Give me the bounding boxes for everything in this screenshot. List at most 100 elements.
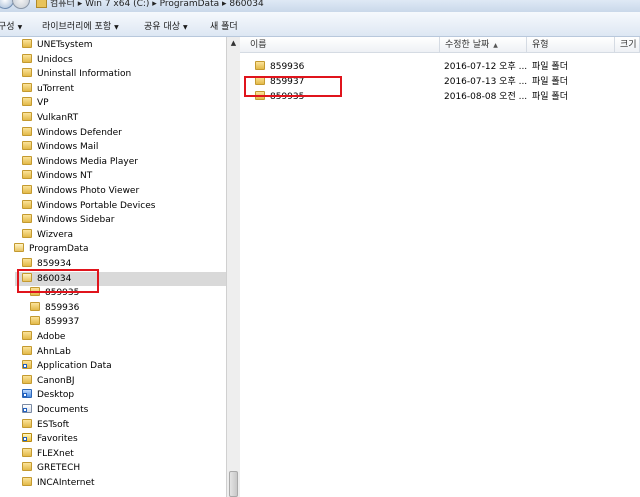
include-library-label: 라이브러리에 포함	[42, 22, 112, 32]
column-header-type[interactable]: 유형	[527, 37, 615, 53]
highlight-box-file	[244, 76, 342, 97]
share-with-menu[interactable]: 공유 대상 ▼	[144, 19, 188, 32]
folder-icon	[30, 301, 40, 311]
navigation-tree[interactable]: UNETsystem Unidocs Uninstall Information uT…	[0, 37, 226, 497]
tree-item-label: 859937	[45, 317, 80, 328]
tree-item-label: Adobe	[37, 332, 66, 342]
favorites-shortcut-icon	[22, 433, 32, 443]
tree-item-wizvera[interactable]: Wizvera	[22, 228, 73, 242]
file-row[interactable]: 859936 2016-07-12 오후 ... 파일 폴더	[240, 60, 640, 74]
forward-button[interactable]	[12, 0, 30, 9]
command-bar: 구성 ▼ 라이브러리에 포함 ▼ 공유 대상 ▼ 새 폴더	[0, 12, 640, 37]
tree-item-label: AhnLab	[37, 346, 71, 357]
tree-item-windows-sidebar[interactable]: Windows Sidebar	[22, 213, 114, 227]
tree-item-label: Uninstall Information	[37, 69, 132, 80]
tree-item-windows-nt[interactable]: Windows NT	[22, 169, 92, 183]
tree-item-ahnlab[interactable]: AhnLab	[22, 345, 71, 359]
dropdown-caret-icon: ▼	[182, 24, 188, 31]
organize-label: 구성	[0, 22, 15, 32]
organize-menu[interactable]: 구성 ▼	[0, 19, 22, 32]
tree-item-adobe[interactable]: Adobe	[22, 330, 65, 344]
tree-scrollbar[interactable]: ▲	[226, 37, 240, 497]
folder-icon	[36, 0, 47, 8]
folder-icon	[22, 374, 32, 384]
folder-icon	[22, 170, 32, 180]
tree-item-vulkanrt[interactable]: VulkanRT	[22, 111, 78, 125]
breadcrumb-path[interactable]: 컴퓨터 ▸ Win 7 x64 (C:) ▸ ProgramData ▸ 860…	[50, 0, 264, 9]
tree-item-vp[interactable]: VP	[22, 96, 49, 110]
tree-item-desktop[interactable]: Desktop	[22, 388, 74, 402]
tree-item-label: Windows Sidebar	[37, 215, 115, 226]
desktop-shortcut-icon	[22, 389, 32, 399]
file-modified: 2016-07-13 오후 ...	[444, 77, 528, 87]
tree-item-favorites[interactable]: Favorites	[22, 432, 78, 446]
new-folder-label: 새 폴더	[210, 22, 238, 32]
column-type-label: 유형	[532, 40, 549, 50]
tree-item-label: VP	[37, 98, 49, 109]
column-header-name[interactable]: 이름	[240, 37, 440, 53]
tree-item-incainternet[interactable]: INCAInternet	[22, 476, 95, 490]
share-with-label: 공유 대상	[144, 22, 180, 32]
scroll-thumb[interactable]	[229, 471, 238, 497]
tree-item-label: uTorrent	[37, 83, 74, 94]
tree-item-label: FLEXnet	[37, 448, 74, 459]
folder-open-icon	[14, 243, 24, 253]
new-folder-button[interactable]: 새 폴더	[210, 19, 238, 32]
tree-item-gretech[interactable]: GRETECH	[22, 461, 80, 475]
documents-shortcut-icon	[22, 404, 32, 413]
dropdown-caret-icon: ▼	[114, 24, 119, 31]
tree-item-documents[interactable]: Documents	[22, 403, 88, 417]
tree-item-label: 859934	[37, 259, 72, 269]
folder-icon	[22, 199, 32, 209]
folder-icon	[22, 477, 32, 486]
tree-item-windows-photo-viewer[interactable]: Windows Photo Viewer	[22, 184, 139, 198]
file-type: 파일 폴더	[532, 62, 568, 72]
tree-item-estsoft[interactable]: ESTsoft	[22, 418, 69, 432]
highlight-box-tree	[17, 269, 99, 293]
folder-icon	[22, 112, 32, 121]
tree-item-windows-portable-devices[interactable]: Windows Portable Devices	[22, 199, 155, 213]
file-name-cell[interactable]: 859936	[255, 60, 304, 74]
tree-item-label: ProgramData	[29, 244, 89, 255]
tree-item-windows-mail[interactable]: Windows Mail	[22, 140, 98, 154]
tree-item-canonbj[interactable]: CanonBJ	[22, 374, 75, 388]
tree-item-unetsystem[interactable]: UNETsystem	[22, 38, 93, 52]
tree-item-label: INCAInternet	[37, 478, 95, 488]
folder-icon	[22, 126, 32, 136]
tree-item-label: GRETECH	[37, 463, 81, 474]
file-name: 859936	[270, 62, 305, 72]
tree-item-label: UNETsystem	[37, 40, 93, 50]
column-header-size[interactable]: 크기	[615, 37, 640, 53]
file-list: 이름 수정한 날짜 ▲ 유형 크기 859936 2016-07-12 오후 ...…	[240, 37, 640, 497]
scroll-up-arrow-icon[interactable]: ▲	[228, 39, 239, 48]
tree-item-859936[interactable]: 859936	[30, 301, 79, 315]
folder-icon	[22, 68, 32, 78]
column-header-modified[interactable]: 수정한 날짜 ▲	[440, 37, 527, 53]
folder-icon	[22, 141, 32, 151]
tree-item-utorrent[interactable]: uTorrent	[22, 82, 74, 96]
tree-item-windows-media-player[interactable]: Windows Media Player	[22, 155, 138, 169]
folder-icon	[22, 447, 32, 457]
tree-item-label: Windows NT	[37, 171, 93, 182]
folder-icon	[22, 418, 32, 428]
tree-item-label: Application Data	[37, 361, 112, 372]
file-modified: 2016-07-12 오후 ...	[444, 62, 528, 72]
tree-item-unidocs[interactable]: Unidocs	[22, 53, 73, 67]
include-library-menu[interactable]: 라이브러리에 포함 ▼	[42, 19, 119, 32]
tree-item-programdata[interactable]: ProgramData	[14, 242, 88, 256]
tree-item-application-data[interactable]: Application Data	[22, 359, 112, 373]
folder-icon	[22, 53, 32, 63]
breadcrumb[interactable]: 컴퓨터 ▸ Win 7 x64 (C:) ▸ ProgramData ▸ 860…	[36, 0, 264, 9]
tree-item-label: Windows Media Player	[37, 156, 138, 167]
folder-shortcut-icon	[22, 360, 32, 370]
tree-item-label: VulkanRT	[37, 113, 79, 123]
tree-item-windows-defender[interactable]: Windows Defender	[22, 126, 122, 140]
folder-icon	[22, 345, 32, 355]
file-modified: 2016-08-08 오전 ...	[444, 92, 528, 102]
tree-item-859937[interactable]: 859937	[30, 315, 79, 329]
tree-item-label: Unidocs	[37, 54, 73, 65]
folder-icon	[22, 331, 32, 340]
tree-item-uninstall-information[interactable]: Uninstall Information	[22, 67, 131, 81]
tree-item-flexnet[interactable]: FLEXnet	[22, 447, 74, 461]
folder-icon	[22, 214, 32, 224]
